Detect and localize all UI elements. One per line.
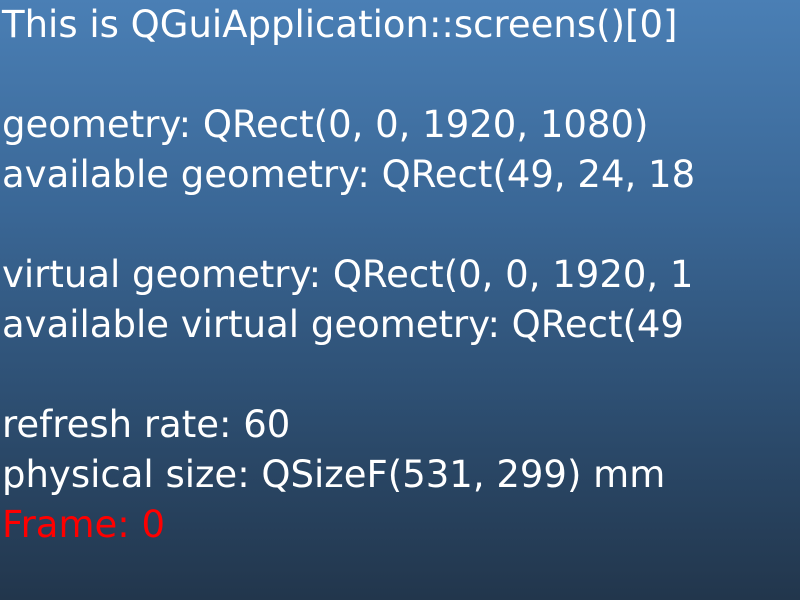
screen-title: This is QGuiApplication::screens()[0]: [2, 3, 678, 46]
geometry-text: geometry: QRect(0, 0, 1920, 1080): [2, 103, 649, 146]
refresh-rate-text: refresh rate: 60: [2, 403, 291, 446]
available-virtual-geometry-text: available virtual geometry: QRect(49: [2, 303, 684, 346]
virtual-geometry-text: virtual geometry: QRect(0, 0, 1920, 1: [2, 253, 694, 296]
physical-size-text: physical size: QSizeF(531, 299) mm: [2, 453, 666, 496]
available-geometry-text: available geometry: QRect(49, 24, 18: [2, 153, 696, 196]
frame-counter-text: Frame: 0: [2, 503, 166, 546]
